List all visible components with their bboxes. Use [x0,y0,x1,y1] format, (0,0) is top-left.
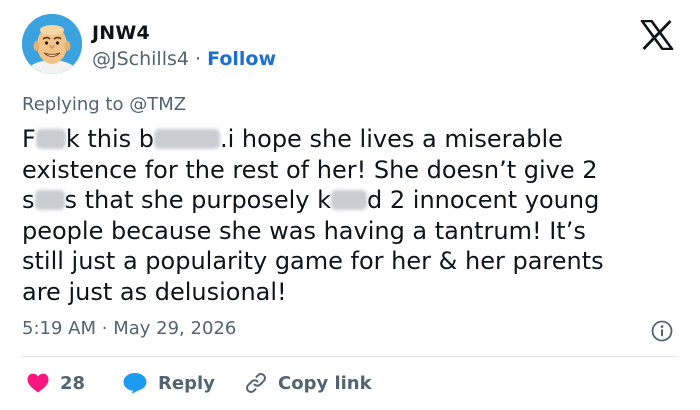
timestamp-time: 5:19 AM [22,318,96,339]
tweet-line: people because she was having a tantrum!… [22,216,672,247]
follow-button[interactable]: Follow [207,48,276,70]
display-name[interactable]: JNW4 [92,22,150,44]
heart-icon [27,373,49,393]
tweet-fragment: people because she was having a tantrum!… [22,216,586,245]
tweet-fragment: existence for the rest of her! She doesn… [22,155,598,184]
copy-link-label: Copy link [278,372,372,394]
copy-link-button[interactable]: Copy link [244,370,372,396]
reply-button[interactable]: Reply [122,370,215,396]
tweet-timestamp[interactable]: 5:19 AM · May 29, 2026 [22,318,236,339]
tweet-line: existence for the rest of her! She doesn… [22,155,672,186]
tweet-line: Fk this b .i hope she lives a miserable [22,124,672,155]
action-bar: 28 Reply Copy link [22,370,678,396]
avatar[interactable] [22,14,82,74]
timestamp-date: May 29, 2026 [113,318,237,339]
tweet-fragment: .i hope she lives a miserable [220,125,563,153]
tweet-fragment: are just as delusional! [22,277,287,306]
handle-row: @JSchills4 · Follow [92,48,276,70]
censored-blur [35,129,66,149]
divider [22,356,678,357]
reply-label: Reply [158,372,215,394]
tweet-fragment: d 2 innocent young [367,186,600,214]
tweet-card: JNW4 @JSchills4 · Follow Replying to @TM… [0,0,700,410]
link-icon [246,373,266,393]
tweet-line: s s that she purposely k d 2 innocent youn… [22,185,672,216]
censored-blur [331,190,368,210]
handle-separator: · [195,48,202,70]
censored-blur [34,190,65,210]
tweet-fragment: still just a popularity game for her & h… [22,247,604,275]
info-icon[interactable] [651,320,673,342]
timestamp-separator: · [101,318,108,339]
tweet-fragment: s that she purposely k [64,186,332,214]
speech-bubble-icon [123,373,147,394]
tweet-text: Fk this b .i hope she lives a miserable e… [22,124,672,307]
user-handle[interactable]: @JSchills4 [92,48,189,70]
like-count: 28 [60,372,86,394]
tweet-line: still just a popularity game for her & h… [22,246,672,277]
tweet-line: are just as delusional! [22,277,672,308]
tweet-fragment: F [22,125,36,153]
tweet-fragment: k this b [65,125,154,153]
censored-blur [154,129,220,149]
like-button[interactable]: 28 [26,370,85,396]
avatar-image [22,14,82,74]
replying-to: Replying to @TMZ [22,94,187,115]
tweet-fragment: s [22,186,35,214]
x-logo-icon[interactable] [640,20,674,50]
